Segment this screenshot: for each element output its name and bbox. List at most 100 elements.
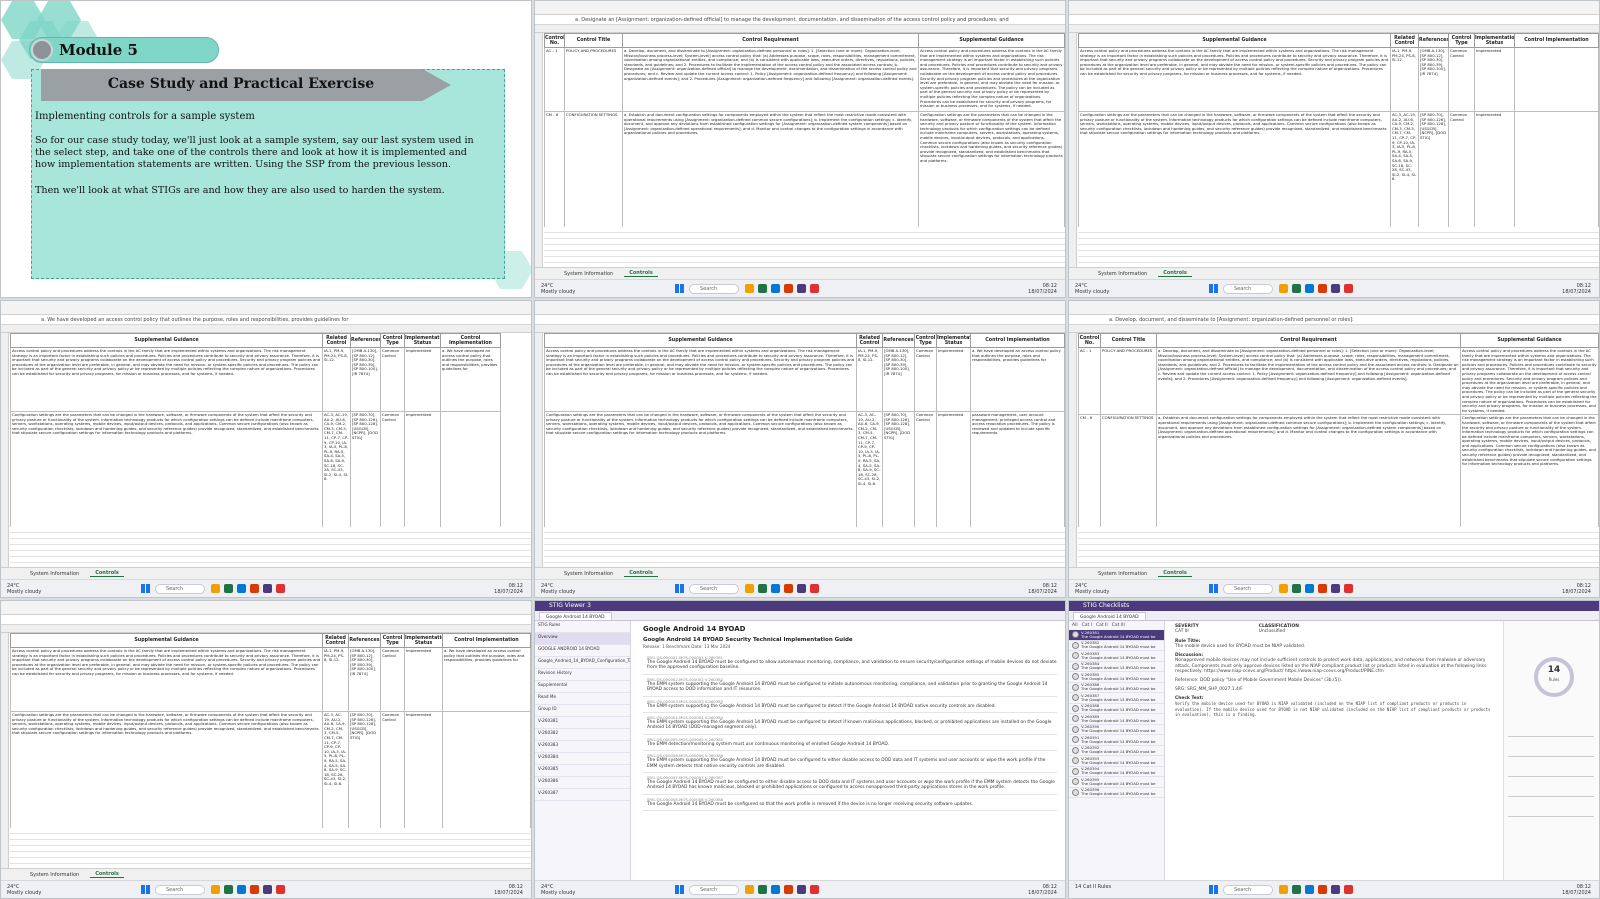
sidebar-item[interactable]: V-260384 (535, 753, 630, 765)
system-tray[interactable]: 08:12 18/07/2024 (1028, 283, 1057, 295)
powerpoint-icon[interactable] (1318, 584, 1327, 593)
system-tray[interactable]: 08:12 18/07/2024 (1562, 884, 1591, 896)
checklist-item[interactable]: V-260384 The Google Android 14 BYOAD must… (1069, 661, 1164, 672)
acrobat-icon[interactable] (276, 885, 285, 894)
file-explorer-icon[interactable] (211, 885, 220, 894)
stig-rule[interactable]: SRG-OS-000007-MOS-000007 V-260387 The Goo… (643, 773, 1057, 795)
stig-rule[interactable]: SRG-OS-000005-MOS-000005 V-260385 The EMM… (643, 735, 1057, 752)
cell-type[interactable]: Common Control (380, 647, 405, 712)
windows-start-icon[interactable] (675, 584, 684, 593)
checklist-item[interactable]: V-260396 The Google Android 14 BYOAD must… (1069, 787, 1164, 798)
cell-related[interactable]: IA-1, PM-9, PM-24, PS-8, SI-12. (1390, 47, 1419, 112)
formula-bar[interactable] (1069, 15, 1599, 25)
windows-start-icon[interactable] (675, 885, 684, 894)
formula-bar[interactable] (535, 315, 1065, 325)
powerpoint-icon[interactable] (250, 885, 259, 894)
checklist-item[interactable]: V-260392 The Google Android 14 BYOAD must… (1069, 745, 1164, 756)
cell-implementation[interactable] (442, 711, 531, 830)
checklist-document-tab[interactable]: Google Android 14 BYOAD (1073, 612, 1146, 621)
edge-icon[interactable] (771, 584, 780, 593)
cell-guidance[interactable]: Access control policy and procedures add… (544, 347, 857, 412)
target-field[interactable] (1508, 731, 1594, 737)
sheet-tab-controls[interactable]: Controls (1158, 570, 1192, 577)
checklist-item[interactable]: V-260385 The Google Android 14 BYOAD must… (1069, 672, 1164, 683)
cell-guidance[interactable]: Access control policy and procedures add… (10, 347, 323, 412)
stig-viewer-icon[interactable] (1331, 284, 1340, 293)
cell-guidance[interactable]: Configuration settings are the parameter… (544, 411, 857, 530)
stig-rule[interactable]: SRG-OS-000002-MOS-000002 V-260382 The EMM… (643, 675, 1057, 697)
excel-icon[interactable] (224, 584, 233, 593)
windows-start-icon[interactable] (1209, 885, 1218, 894)
sheet-tab-system-information[interactable]: System Information (1093, 571, 1152, 577)
checklist-item[interactable]: V-260395 The Google Android 14 BYOAD must… (1069, 777, 1164, 788)
cell-related[interactable]: AC-3, AC-19, AU-2, AU-6, CA-9, CM-2, CM-… (1390, 111, 1419, 230)
cell-implementation[interactable] (1514, 111, 1599, 230)
file-explorer-icon[interactable] (211, 584, 220, 593)
stig-viewer-icon[interactable] (263, 584, 272, 593)
stig-viewer-icon[interactable] (263, 885, 272, 894)
cell-implementation[interactable]: a. We have developed an access control p… (442, 647, 531, 712)
checklist-item[interactable]: V-260390 The Google Android 14 BYOAD must… (1069, 724, 1164, 735)
cell-type[interactable]: Common Control (914, 347, 937, 412)
cell-status[interactable]: Implemented (936, 411, 971, 530)
cell-status[interactable]: Implemented (404, 347, 441, 412)
cell-guidance[interactable]: Access control policy and procedures add… (1078, 47, 1391, 112)
stig-viewer-icon[interactable] (797, 584, 806, 593)
sidebar-item[interactable]: V-260387 (535, 789, 630, 801)
edge-icon[interactable] (237, 584, 246, 593)
filter-all[interactable]: All (1072, 623, 1078, 628)
excel-icon[interactable] (758, 885, 767, 894)
powerpoint-icon[interactable] (250, 584, 259, 593)
cell-references[interactable]: [SP 800-70], [SP 800-126], [SP 800-128],… (1418, 111, 1449, 230)
windows-start-icon[interactable] (141, 584, 150, 593)
sheet-tab-controls[interactable]: Controls (90, 570, 124, 577)
cell-requirement[interactable]: a. Develop, document, and disseminate to… (622, 47, 919, 112)
cell-guidance[interactable]: Configuration settings are the parameter… (1078, 111, 1391, 230)
file-explorer-icon[interactable] (745, 284, 754, 293)
system-tray[interactable]: 08:12 18/07/2024 (1562, 583, 1591, 595)
edge-icon[interactable] (771, 885, 780, 894)
taskbar-search[interactable]: Search (1223, 584, 1273, 594)
sheet-tab-controls[interactable]: Controls (624, 570, 658, 577)
cell-guidance[interactable]: Access control policy and procedures add… (1460, 346, 1599, 416)
weather-widget[interactable]: 24°C Mostly cloudy (541, 283, 575, 295)
cell-implementation[interactable] (1514, 47, 1599, 112)
system-tray[interactable]: 08:12 18/07/2024 (494, 583, 523, 595)
weather-widget[interactable]: 24°C Mostly cloudy (7, 583, 41, 595)
checklist-item[interactable]: V-260388 The Google Android 14 BYOAD must… (1069, 703, 1164, 714)
powerpoint-icon[interactable] (784, 284, 793, 293)
sheet-tab-system-information[interactable]: System Information (25, 872, 84, 878)
checklist-item[interactable]: V-260389 The Google Android 14 BYOAD must… (1069, 714, 1164, 725)
windows-start-icon[interactable] (1209, 284, 1218, 293)
cell-control-no[interactable]: CM - 6 (1078, 414, 1101, 534)
sidebar-item[interactable]: V-260386 (535, 777, 630, 789)
cell-control-no[interactable]: AC - 1 (1078, 346, 1101, 416)
cell-guidance[interactable]: Configuration settings are the parameter… (10, 411, 323, 530)
cell-control-no[interactable]: CM - 6 (544, 111, 565, 230)
formula-bar[interactable] (1, 615, 531, 625)
cell-related[interactable]: AC-3, AC-19, AU-2, AU-6, CA-9, CM-2, CM-… (322, 711, 349, 830)
sidebar-item[interactable]: Read Me (535, 693, 630, 705)
acrobat-icon[interactable] (810, 284, 819, 293)
cell-related[interactable]: IA-1, PM-9, PM-24, PS-8, SI-12. (856, 347, 883, 412)
sheet-tab-system-information[interactable]: System Information (1093, 271, 1152, 277)
sidebar-item[interactable]: V-260381 (535, 717, 630, 729)
weather-widget[interactable]: 24°C Mostly cloudy (541, 884, 575, 896)
stig-rule[interactable]: SRG-OS-000004-MOS-000004 V-260384 The EMM… (643, 713, 1057, 735)
cell-implementation[interactable]: a. We have developed an access control p… (970, 347, 1065, 412)
cell-references[interactable]: [SP 800-70], [SP 800-126], [SP 800-128],… (882, 411, 915, 530)
taskbar-search[interactable]: Search (689, 584, 739, 594)
excel-icon[interactable] (1292, 885, 1301, 894)
cell-type[interactable]: Common Control (914, 411, 937, 530)
cell-related[interactable]: AC-3, AC-19, AU-2, AU-6, CA-9, CM-2, CM-… (322, 411, 351, 530)
cell-control-title[interactable]: POLICY AND PROCEDURES (564, 47, 623, 112)
acrobat-icon[interactable] (1344, 284, 1353, 293)
cell-related[interactable]: IA-1, PM-9, PM-24, PS-8, SI-12. (322, 647, 349, 712)
stig-viewer-icon[interactable] (797, 284, 806, 293)
cell-control-title[interactable]: CONFIGURATION SETTINGS (564, 111, 623, 230)
powerpoint-icon[interactable] (784, 885, 793, 894)
checklist-item[interactable]: V-260386 The Google Android 14 BYOAD must… (1069, 682, 1164, 693)
cell-requirement[interactable]: a. Establish and document configuration … (622, 111, 919, 230)
sidebar-item[interactable]: Google_Android_14_BYOAD_Configuration_Ta… (535, 657, 630, 669)
excel-icon[interactable] (758, 284, 767, 293)
